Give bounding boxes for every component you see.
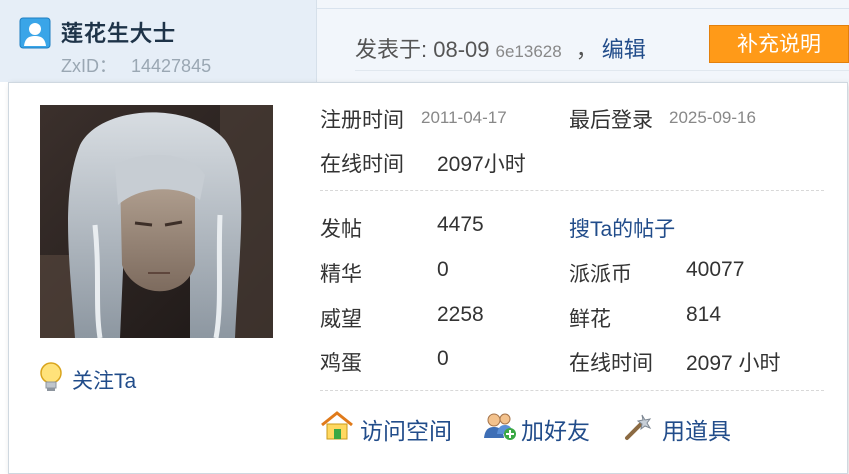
post-hash: 6e13628 (495, 42, 562, 61)
home-icon (321, 411, 353, 440)
prestige-value: 2258 (437, 303, 484, 326)
prestige-label: 威望 (320, 308, 362, 331)
follow-label: 关注Ta (72, 370, 137, 393)
search-posts-link[interactable]: 搜Ta的帖子 (569, 213, 675, 243)
flowers-value: 814 (686, 303, 722, 326)
add-friend-icon (484, 413, 516, 440)
avatar-image (40, 105, 273, 338)
registered-value: 2011-04-17 (421, 108, 507, 127)
post-date: 发表于: 08-09 (355, 37, 490, 62)
online-time-label-2: 在线时间 (569, 352, 653, 375)
user-icon (19, 17, 51, 49)
avatar[interactable] (40, 105, 273, 338)
eggs-label: 鸡蛋 (320, 352, 362, 375)
add-friend-label: 加好友 (521, 418, 590, 444)
coins-value: 40077 (686, 258, 745, 281)
divider (320, 190, 824, 191)
use-item-button[interactable]: 用道具 (622, 410, 742, 446)
magic-wand-icon (625, 414, 652, 440)
visit-space-button[interactable]: 访问空间 (320, 410, 460, 446)
use-item-label: 用道具 (662, 418, 731, 444)
online-time-label: 在线时间 (320, 153, 404, 176)
username[interactable]: 莲花生大士 (61, 16, 176, 48)
posts-label: 发帖 (320, 218, 362, 241)
post-meta: 发表于: 08-09 6e13628 ，编辑 (355, 32, 646, 64)
coins-label: 派派币 (569, 263, 632, 286)
online-time-value: 2097小时 (437, 153, 526, 176)
flowers-label: 鲜花 (569, 308, 611, 331)
separator: ， (575, 37, 598, 62)
zxid: ZxID： 14427845 (61, 52, 211, 78)
eggs-value: 0 (437, 347, 449, 370)
divider (355, 70, 849, 71)
add-friend-button[interactable]: 加好友 (483, 410, 603, 446)
digest-label: 精华 (320, 263, 362, 286)
online-time-value-2: 2097 小时 (686, 352, 781, 375)
visit-space-label: 访问空间 (360, 418, 452, 444)
zxid-label: ZxID： (61, 56, 117, 76)
supplement-button[interactable]: 补充说明 (709, 25, 849, 63)
divider (317, 8, 849, 9)
edit-link[interactable]: 编辑 (602, 37, 646, 62)
divider (320, 390, 824, 391)
registered-label: 注册时间 (320, 109, 404, 132)
lightbulb-icon (40, 362, 62, 391)
last-login-value: 2025-09-16 (669, 108, 756, 127)
digest-value: 0 (437, 258, 449, 281)
posts-value: 4475 (437, 213, 484, 236)
last-login-label: 最后登录 (569, 109, 653, 132)
zxid-value: 14427845 (131, 56, 212, 76)
